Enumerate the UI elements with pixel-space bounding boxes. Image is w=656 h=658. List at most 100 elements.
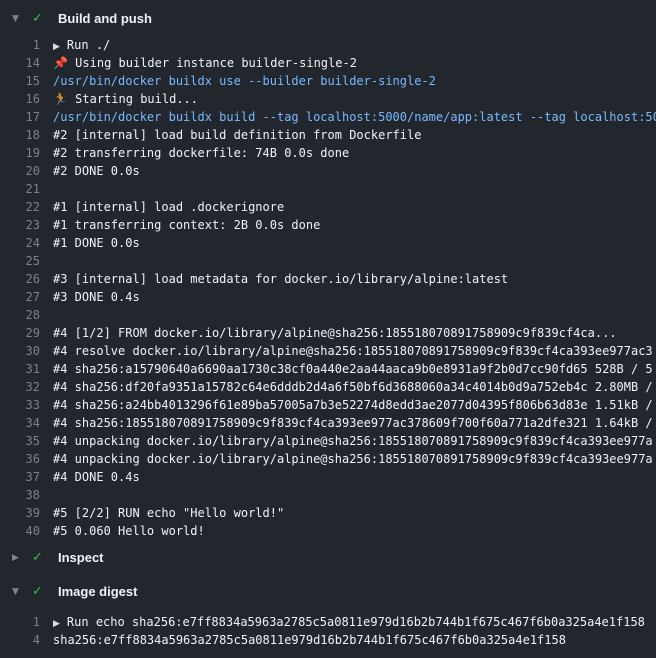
- line-number[interactable]: 25: [0, 252, 40, 270]
- log-text-value: #5 [2/2] RUN echo "Hello world!": [53, 504, 284, 522]
- log-line: 37 #4 DONE 0.4s: [0, 468, 656, 486]
- log-text-value: #5 0.060 Hello world!: [53, 522, 205, 540]
- log-line: 16 🏃 Starting build...: [0, 90, 656, 108]
- run-expand-icon[interactable]: ▶: [53, 38, 60, 54]
- log-line: 27 #3 DONE 0.4s: [0, 288, 656, 306]
- line-number[interactable]: 23: [0, 216, 40, 234]
- log-line: 31 #4 sha256:a15790640a6690aa1730c38cf0a…: [0, 360, 656, 378]
- log-line: 36 #4 unpacking docker.io/library/alpine…: [0, 450, 656, 468]
- chevron-down-icon[interactable]: ▼: [12, 583, 26, 601]
- log-line: 25: [0, 252, 656, 270]
- line-number[interactable]: 39: [0, 504, 40, 522]
- log-line: 21: [0, 180, 656, 198]
- log-line: 14 📌 Using builder instance builder-sing…: [0, 54, 656, 72]
- log-command-text: /usr/bin/docker buildx use --builder bui…: [53, 72, 436, 90]
- log-text-value: #3 [internal] load metadata for docker.i…: [53, 270, 508, 288]
- log-line: 38: [0, 486, 656, 504]
- log-text-value: #3 DONE 0.4s: [53, 288, 140, 306]
- log-line: 33 #4 sha256:a24bb4013296f61e89ba57005a7…: [0, 396, 656, 414]
- section-title: Inspect: [58, 549, 104, 567]
- actions-log-viewer: ▼ ✓ Build and push 1 ▶ Run ./ 14 📌 Using …: [0, 0, 656, 658]
- log-line: 39 #5 [2/2] RUN echo "Hello world!": [0, 504, 656, 522]
- section-header-image-digest[interactable]: ▼ ✓ Image digest: [0, 573, 656, 607]
- log-text: ▶ Run ./: [53, 36, 110, 54]
- line-number[interactable]: 16: [0, 90, 40, 108]
- chevron-down-icon[interactable]: ▼: [12, 10, 26, 28]
- section-header-inspect[interactable]: ▶ ✓ Inspect: [0, 540, 656, 573]
- line-number[interactable]: 38: [0, 486, 40, 504]
- section-title: Image digest: [58, 583, 137, 601]
- line-number[interactable]: 27: [0, 288, 40, 306]
- line-number[interactable]: 22: [0, 198, 40, 216]
- log-text-value: sha256:e7ff8834a5963a2785c5a0811e979d16b…: [53, 631, 566, 649]
- line-number[interactable]: 24: [0, 234, 40, 252]
- log-line: 32 #4 sha256:df20fa9351a15782c64e6dddb2d…: [0, 378, 656, 396]
- log-line: 4 sha256:e7ff8834a5963a2785c5a0811e979d1…: [0, 631, 656, 649]
- line-number[interactable]: 37: [0, 468, 40, 486]
- log-text-value: #2 transferring dockerfile: 74B 0.0s don…: [53, 144, 349, 162]
- line-number[interactable]: 31: [0, 360, 40, 378]
- log-command-text: /usr/bin/docker buildx build --tag local…: [53, 108, 656, 126]
- log-text-value: #4 DONE 0.4s: [53, 468, 140, 486]
- line-number[interactable]: 30: [0, 342, 40, 360]
- line-number[interactable]: 19: [0, 144, 40, 162]
- log-line: 18 #2 [internal] load build definition f…: [0, 126, 656, 144]
- log-text-value: #2 DONE 0.0s: [53, 162, 140, 180]
- log-line: 35 #4 unpacking docker.io/library/alpine…: [0, 432, 656, 450]
- line-number[interactable]: 32: [0, 378, 40, 396]
- section-title: Build and push: [58, 10, 152, 28]
- log-line: 23 #1 transferring context: 2B 0.0s done: [0, 216, 656, 234]
- log-line: 24 #1 DONE 0.0s: [0, 234, 656, 252]
- log-line: 22 #1 [internal] load .dockerignore: [0, 198, 656, 216]
- log-line: 30 #4 resolve docker.io/library/alpine@s…: [0, 342, 656, 360]
- log-text: ▶ Run echo sha256:e7ff8834a5963a2785c5a08…: [53, 613, 645, 631]
- log-text-value: #1 transferring context: 2B 0.0s done: [53, 216, 320, 234]
- line-number[interactable]: 34: [0, 414, 40, 432]
- log-line: 34 #4 sha256:185518070891758909c9f839cf4…: [0, 414, 656, 432]
- success-check-icon: ✓: [32, 549, 48, 567]
- line-number[interactable]: 40: [0, 522, 40, 540]
- line-number[interactable]: 18: [0, 126, 40, 144]
- line-number[interactable]: 1: [0, 613, 40, 631]
- log-text-value: #4 sha256:df20fa9351a15782c64e6dddb2d4a6…: [53, 378, 653, 396]
- log-text-value: #4 resolve docker.io/library/alpine@sha2…: [53, 342, 653, 360]
- section-header-build-and-push[interactable]: ▼ ✓ Build and push: [0, 0, 656, 36]
- log-line: 1 ▶ Run echo sha256:e7ff8834a5963a2785c5a…: [0, 613, 656, 631]
- line-number[interactable]: 28: [0, 306, 40, 324]
- log-line: 15 /usr/bin/docker buildx use --builder …: [0, 72, 656, 90]
- log-line: 1 ▶ Run ./: [0, 36, 656, 54]
- log-text-value: #4 sha256:185518070891758909c9f839cf4ca3…: [53, 414, 653, 432]
- line-number[interactable]: 29: [0, 324, 40, 342]
- run-expand-icon[interactable]: ▶: [53, 615, 60, 631]
- log-text-value: #1 [internal] load .dockerignore: [53, 198, 284, 216]
- line-number[interactable]: 21: [0, 180, 40, 198]
- log-line: 17 /usr/bin/docker buildx build --tag lo…: [0, 108, 656, 126]
- line-number[interactable]: 17: [0, 108, 40, 126]
- success-check-icon: ✓: [32, 10, 48, 28]
- line-number[interactable]: 14: [0, 54, 40, 72]
- log-text-value: #4 sha256:a15790640a6690aa1730c38cf0a440…: [53, 360, 653, 378]
- chevron-right-icon[interactable]: ▶: [12, 549, 26, 567]
- log-text-value: #4 unpacking docker.io/library/alpine@sh…: [53, 450, 653, 468]
- line-number[interactable]: 26: [0, 270, 40, 288]
- log-text-value: Run ./: [67, 38, 110, 52]
- line-number[interactable]: 35: [0, 432, 40, 450]
- log-text-value: 🏃 Starting build...: [53, 90, 198, 108]
- log-text-value: #4 unpacking docker.io/library/alpine@sh…: [53, 432, 653, 450]
- line-number[interactable]: 33: [0, 396, 40, 414]
- log-line: 20 #2 DONE 0.0s: [0, 162, 656, 180]
- line-number[interactable]: 4: [0, 631, 40, 649]
- line-number[interactable]: 15: [0, 72, 40, 90]
- line-number[interactable]: 36: [0, 450, 40, 468]
- log-line: 29 #4 [1/2] FROM docker.io/library/alpin…: [0, 324, 656, 342]
- log-line: 28: [0, 306, 656, 324]
- log-line: 19 #2 transferring dockerfile: 74B 0.0s …: [0, 144, 656, 162]
- log-text-value: #1 DONE 0.0s: [53, 234, 140, 252]
- line-number[interactable]: 20: [0, 162, 40, 180]
- log-line: 40 #5 0.060 Hello world!: [0, 522, 656, 540]
- line-number[interactable]: 1: [0, 36, 40, 54]
- log-lines-image-digest: 1 ▶ Run echo sha256:e7ff8834a5963a2785c5a…: [0, 613, 656, 649]
- log-text-value: Run echo sha256:e7ff8834a5963a2785c5a081…: [67, 615, 645, 629]
- log-text-value: #4 [1/2] FROM docker.io/library/alpine@s…: [53, 324, 617, 342]
- success-check-icon: ✓: [32, 583, 48, 601]
